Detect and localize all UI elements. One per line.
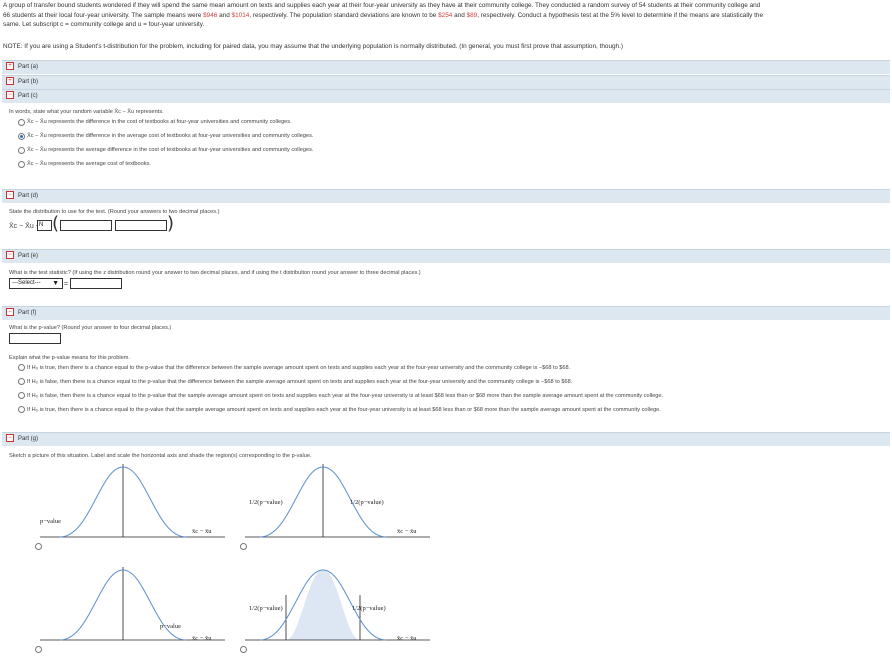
part-e-header[interactable]: − Part (e) bbox=[2, 249, 890, 263]
collapse-icon[interactable]: − bbox=[6, 434, 14, 443]
part-f-option-4-label: If H₀ is true, then there is a chance eq… bbox=[27, 407, 661, 413]
part-g-prompt: Sketch a picture of this situation. Labe… bbox=[9, 453, 312, 459]
sd-u: $89 bbox=[466, 11, 478, 19]
part-c-option-2-label: X̄c − X̄u represents the difference in t… bbox=[27, 133, 314, 139]
mean-c: $946 bbox=[203, 11, 218, 19]
problem-line-1: A group of transfer bound students wonde… bbox=[3, 2, 761, 9]
problem-line-2: 66 students at their local four-year uni… bbox=[3, 11, 764, 19]
part-f-option-2-label: If H₀ is false, then there is a chance e… bbox=[27, 379, 573, 385]
part-c-header[interactable]: − Part (c) bbox=[2, 89, 890, 103]
p-value-label: p−value bbox=[160, 623, 181, 630]
distribution-type-input[interactable]: N bbox=[37, 220, 52, 231]
sketch-option-2-radio[interactable] bbox=[240, 543, 247, 550]
sketch-option-two-tail[interactable]: 1/2(p−value) 1/2(p−value) x̄c − x̄u bbox=[240, 462, 435, 547]
part-b-header[interactable]: + Part (b) bbox=[2, 75, 890, 89]
part-f-option-1-radio[interactable] bbox=[18, 364, 25, 371]
collapse-icon[interactable]: − bbox=[6, 91, 14, 100]
comma: , bbox=[111, 223, 113, 229]
axis-label: x̄c − x̄u bbox=[192, 635, 212, 642]
axis-label: x̄c − x̄u bbox=[397, 528, 417, 535]
expand-icon[interactable]: + bbox=[6, 77, 14, 86]
distribution-var-label: X̄c − X̄u ~ bbox=[9, 223, 40, 230]
part-c-option-3-label: X̄c − X̄u represents the average differe… bbox=[27, 147, 314, 153]
sd-c: $254 bbox=[438, 11, 453, 19]
part-f-prompt: What is the p-value? (Round your answer … bbox=[9, 325, 172, 331]
part-f-option-1-label: If H₀ is true, then there is a chance eq… bbox=[27, 365, 571, 371]
part-f-option-4-radio[interactable] bbox=[18, 406, 25, 413]
half-p-value-right-label: 1/2(p−value) bbox=[352, 605, 386, 612]
part-d-prompt: State the distribution to use for the te… bbox=[9, 209, 220, 215]
part-c-option-4-radio[interactable] bbox=[18, 161, 25, 168]
part-f-header[interactable]: − Part (f) bbox=[2, 306, 890, 320]
expand-icon[interactable]: + bbox=[6, 62, 14, 71]
sketch-option-4-radio[interactable] bbox=[240, 646, 247, 653]
collapse-icon[interactable]: − bbox=[6, 191, 14, 200]
part-a-header[interactable]: + Part (a) bbox=[2, 60, 890, 74]
problem-statement: A group of transfer bound students wonde… bbox=[3, 1, 889, 30]
sketch-option-left-tail[interactable]: p−value x̄c − x̄u bbox=[35, 462, 230, 547]
mean-u: $1014 bbox=[231, 11, 250, 19]
part-f-explain: Explain what the p-value means for this … bbox=[9, 355, 130, 361]
axis-label: x̄c − x̄u bbox=[192, 528, 212, 535]
close-paren: ) bbox=[167, 213, 175, 234]
half-p-value-right-label: 1/2(p−value) bbox=[350, 499, 384, 506]
part-f-option-3-label: If H₀ is false, then there is a chance e… bbox=[27, 393, 664, 399]
part-c-option-2-radio[interactable] bbox=[18, 133, 25, 140]
half-p-value-left-label: 1/2(p−value) bbox=[249, 605, 283, 612]
sketch-option-middle[interactable]: 1/2(p−value) 1/2(p−value) x̄c − x̄u bbox=[240, 565, 435, 650]
open-paren: ( bbox=[52, 213, 60, 234]
equals-sign: = bbox=[64, 281, 69, 288]
test-stat-input[interactable] bbox=[70, 278, 122, 289]
part-c-option-3-radio[interactable] bbox=[18, 147, 25, 154]
part-c-option-1-label: X̄c − X̄u represents the difference in t… bbox=[27, 119, 292, 125]
part-f-option-3-radio[interactable] bbox=[18, 392, 25, 399]
p-value-input[interactable] bbox=[9, 333, 61, 344]
sketch-option-1-radio[interactable] bbox=[35, 543, 42, 550]
collapse-icon[interactable]: − bbox=[6, 308, 14, 317]
distribution-sd-input[interactable] bbox=[115, 220, 167, 231]
test-stat-select[interactable]: ---Select--- ▼ bbox=[9, 278, 63, 289]
axis-label: x̄c − x̄u bbox=[397, 635, 417, 642]
part-f-option-2-radio[interactable] bbox=[18, 378, 25, 385]
part-d-header[interactable]: − Part (d) bbox=[2, 189, 890, 203]
chevron-down-icon: ▼ bbox=[52, 280, 59, 287]
sketch-option-3-radio[interactable] bbox=[35, 646, 42, 653]
part-c-option-4-label: X̄c − X̄u represents the average cost of… bbox=[27, 161, 151, 167]
part-c-option-1-radio[interactable] bbox=[18, 119, 25, 126]
collapse-icon[interactable]: − bbox=[6, 251, 14, 260]
distribution-mean-input[interactable] bbox=[60, 220, 112, 231]
note-text: NOTE: If you are using a Student's t-dis… bbox=[3, 43, 624, 50]
half-p-value-left-label: 1/2(p−value) bbox=[249, 499, 283, 506]
part-c-prompt: In words, state what your random variabl… bbox=[9, 109, 164, 115]
p-value-label: p−value bbox=[40, 518, 61, 525]
sketch-option-right-tail[interactable]: p−value x̄c − x̄u bbox=[35, 565, 230, 650]
problem-line-3: same. Let subscript c = community colleg… bbox=[3, 21, 205, 29]
part-g-header[interactable]: − Part (g) bbox=[2, 432, 890, 446]
part-e-prompt: What is the test statistic? (If using th… bbox=[9, 270, 421, 276]
